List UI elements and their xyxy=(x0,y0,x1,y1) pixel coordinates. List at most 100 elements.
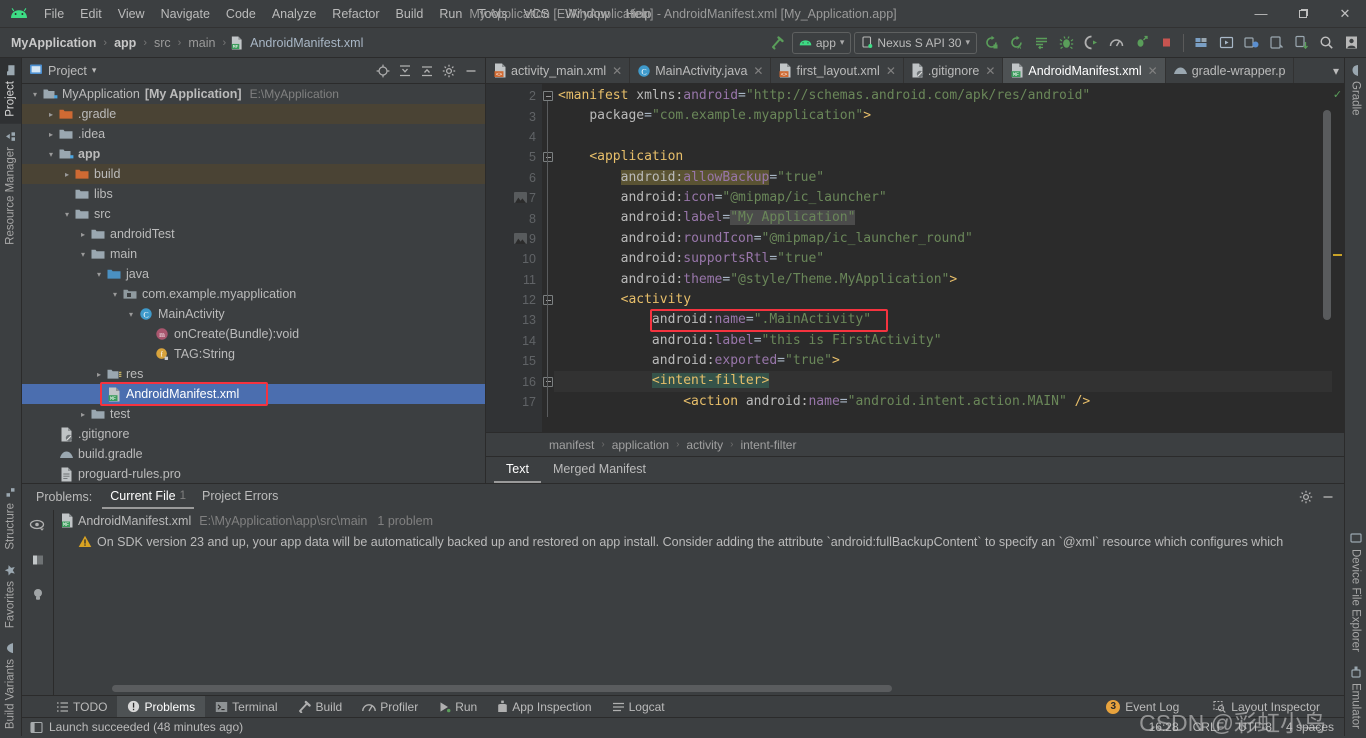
account-avatar-icon[interactable] xyxy=(1340,32,1362,54)
menu-window[interactable]: Window xyxy=(557,4,617,24)
problems-hscrollbar[interactable] xyxy=(54,683,1344,693)
editor-mode-text[interactable]: Text xyxy=(494,458,541,483)
editor-tab-mainactivity-java[interactable]: CMainActivity.java✕ xyxy=(630,58,771,83)
bottom-tab-build[interactable]: Build xyxy=(288,696,353,718)
close-icon[interactable]: ✕ xyxy=(612,64,622,78)
expand-all-icon[interactable] xyxy=(395,61,415,81)
nav-crumb-0[interactable]: MyApplication xyxy=(8,35,99,51)
hide-panel-icon[interactable] xyxy=(461,61,481,81)
close-icon[interactable]: ✕ xyxy=(886,64,896,78)
nav-crumb-4[interactable]: AndroidManifest.xml xyxy=(247,35,366,51)
editor-breadcrumb-intent-filter[interactable]: intent-filter xyxy=(737,438,799,452)
tree-item-java[interactable]: ▾java xyxy=(22,264,485,284)
editor-tab-activity-main-xml[interactable]: <>activity_main.xml✕ xyxy=(486,58,630,83)
problems-list[interactable]: MF AndroidManifest.xml E:\MyApplication\… xyxy=(54,510,1344,695)
close-icon[interactable]: ✕ xyxy=(753,64,763,78)
minimize-icon[interactable] xyxy=(1318,487,1338,507)
sidebar-item-gradle[interactable]: Gradle xyxy=(1345,58,1366,123)
editor-tab-first-layout-xml[interactable]: <>first_layout.xml✕ xyxy=(771,58,903,83)
nav-crumb-3[interactable]: main xyxy=(185,35,218,51)
debug-icon[interactable] xyxy=(1055,32,1077,54)
sidebar-item-project[interactable]: Project xyxy=(0,58,21,124)
bottom-tab-terminal[interactable]: Terminal xyxy=(205,696,287,718)
code-editor[interactable]: 234567891011121314151617 <manifest xmlns… xyxy=(486,84,1344,432)
editor-code-lines[interactable]: <manifest xmlns:android="http://schemas.… xyxy=(554,84,1344,432)
chevron-right-icon[interactable]: ▸ xyxy=(92,370,106,379)
menu-refactor[interactable]: Refactor xyxy=(324,4,387,24)
menu-edit[interactable]: Edit xyxy=(72,4,110,24)
nav-crumb-1[interactable]: app xyxy=(111,35,139,51)
sidebar-item-device-file-explorer[interactable]: Device File Explorer xyxy=(1345,525,1366,659)
chevron-down-icon[interactable]: ▾ xyxy=(60,210,74,219)
build-hammer-icon[interactable] xyxy=(767,32,789,54)
editor-tabs-overflow[interactable]: ▾ xyxy=(1328,58,1344,83)
split-view-icon[interactable] xyxy=(28,550,48,570)
lightbulb-icon[interactable] xyxy=(28,584,48,604)
tree-item-build-gradle[interactable]: build.gradle xyxy=(22,444,485,464)
sidebar-item-favorites[interactable]: Favorites xyxy=(0,557,21,635)
menu-code[interactable]: Code xyxy=(218,4,264,24)
problems-tab-current-file[interactable]: Current File1 xyxy=(102,485,194,509)
editor-tab--gitignore[interactable]: .gitignore✕ xyxy=(904,58,1004,83)
chevron-down-icon[interactable]: ▾ xyxy=(28,90,42,99)
nav-crumb-2[interactable]: src xyxy=(151,35,174,51)
bottom-tab-run[interactable]: Run xyxy=(428,696,487,718)
editor-marker-strip[interactable]: ✓ xyxy=(1332,84,1344,432)
chevron-down-icon[interactable]: ▾ xyxy=(124,310,138,319)
layout-inspector-icon[interactable] xyxy=(1265,32,1287,54)
image-preview-icon[interactable] xyxy=(514,233,527,244)
menu-view[interactable]: View xyxy=(110,4,153,24)
sdk-manager-icon[interactable] xyxy=(1030,32,1052,54)
tree-item-myapplication[interactable]: ▾MyApplication[My Application]E:\MyAppli… xyxy=(22,84,485,104)
tree-item-androidtest[interactable]: ▸androidTest xyxy=(22,224,485,244)
tree-item--idea[interactable]: ▸.idea xyxy=(22,124,485,144)
tree-item-oncreate-bundle-void[interactable]: monCreate(Bundle):void xyxy=(22,324,485,344)
scroll-from-source-icon[interactable] xyxy=(373,61,393,81)
tree-item-main[interactable]: ▾main xyxy=(22,244,485,264)
stop-icon[interactable] xyxy=(1155,32,1177,54)
run-configuration-selector[interactable]: app ▾ xyxy=(792,32,852,54)
chevron-down-icon[interactable]: ▾ xyxy=(92,65,97,76)
editor-tab-gradle-wrapper-p[interactable]: gradle-wrapper.p xyxy=(1166,58,1294,83)
problems-warning-row[interactable]: On SDK version 23 and up, your app data … xyxy=(54,531,1344,552)
device-file-explorer-icon[interactable] xyxy=(1290,32,1312,54)
chevron-right-icon[interactable]: ▸ xyxy=(76,410,90,419)
menu-file[interactable]: File xyxy=(36,4,72,24)
editor-breadcrumb-application[interactable]: application xyxy=(609,438,672,452)
problems-tab-project-errors[interactable]: Project Errors xyxy=(194,485,286,509)
tree-item-src[interactable]: ▾src xyxy=(22,204,485,224)
avd-manager-icon[interactable]: A xyxy=(1005,32,1027,54)
maximize-button[interactable] xyxy=(1282,0,1324,27)
problems-file-row[interactable]: MF AndroidManifest.xml E:\MyApplication\… xyxy=(54,510,1344,531)
editor-mode-merged-manifest[interactable]: Merged Manifest xyxy=(541,458,658,483)
menu-vcs[interactable]: VCS xyxy=(515,4,557,24)
profiler-icon[interactable] xyxy=(1105,32,1127,54)
layout-inspector-button[interactable]: Layout Inspector xyxy=(1203,696,1330,718)
menu-run[interactable]: Run xyxy=(431,4,470,24)
chevron-down-icon[interactable]: ▾ xyxy=(108,290,122,299)
editor-breadcrumb-manifest[interactable]: manifest xyxy=(546,438,597,452)
chevron-down-icon[interactable]: ▾ xyxy=(92,270,106,279)
sidebar-item-structure[interactable]: Structure xyxy=(0,480,21,557)
attach-debugger-icon[interactable] xyxy=(1130,32,1152,54)
problems-hscroll-thumb[interactable] xyxy=(112,685,892,692)
device-selector[interactable]: Nexus S API 30 ▾ xyxy=(854,32,977,54)
editor-gutter[interactable]: 234567891011121314151617 xyxy=(486,84,542,432)
menu-tools[interactable]: Tools xyxy=(470,4,515,24)
search-icon[interactable] xyxy=(1315,32,1337,54)
chevron-right-icon[interactable]: ▸ xyxy=(76,230,90,239)
bottom-tab-logcat[interactable]: Logcat xyxy=(602,696,675,718)
tree-item-res[interactable]: ▸res xyxy=(22,364,485,384)
sync-gradle-icon[interactable] xyxy=(980,32,1002,54)
fold-toggle-line-5[interactable] xyxy=(543,152,553,162)
tree-item-libs[interactable]: libs xyxy=(22,184,485,204)
editor-breadcrumb-activity[interactable]: activity xyxy=(683,438,726,452)
tree-item-mainactivity[interactable]: ▾CMainActivity xyxy=(22,304,485,324)
menu-help[interactable]: Help xyxy=(618,4,660,24)
chevron-right-icon[interactable]: ▸ xyxy=(60,170,74,179)
bottom-tab-problems[interactable]: Problems xyxy=(117,696,205,718)
fold-toggle-line-2[interactable] xyxy=(543,91,553,101)
sidebar-item-build-variants[interactable]: Build Variants xyxy=(0,635,21,736)
chevron-right-icon[interactable]: ▸ xyxy=(44,110,58,119)
menu-navigate[interactable]: Navigate xyxy=(153,4,218,24)
